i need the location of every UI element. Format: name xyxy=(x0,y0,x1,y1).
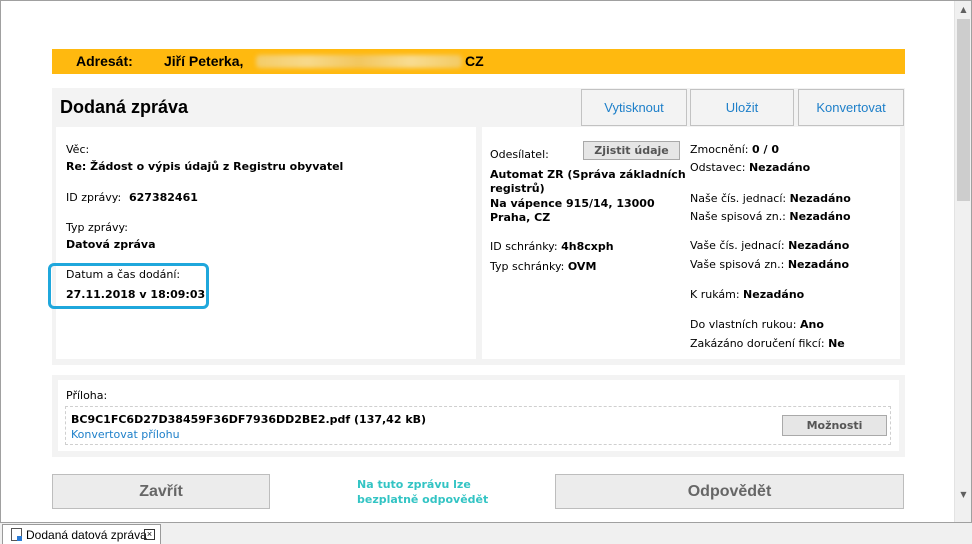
paragraph-row: Odstavec: Nezadáno xyxy=(690,161,810,174)
our-file-label: Naše spisová zn.: xyxy=(690,210,786,223)
message-info-column: Věc: Re: Žádost o výpis údajů z Registru… xyxy=(56,127,476,359)
attachment-item: BC9C1FC6D27D38459F36DF7936DD2BE2.pdf (13… xyxy=(65,406,891,445)
authorization-value: 0 / 0 xyxy=(752,143,779,156)
message-id-value: 627382461 xyxy=(129,191,198,204)
sender-label: Odesílatel: xyxy=(490,148,549,161)
authorization-row: Zmocnění: 0 / 0 xyxy=(690,143,779,156)
personal-delivery-value: Ano xyxy=(799,318,824,331)
page-title: Dodaná zpráva xyxy=(60,97,189,117)
our-ref-row: Naše čís. jednací: Nezadáno xyxy=(690,192,851,205)
scroll-up-arrow-icon[interactable]: ▲ xyxy=(955,1,972,18)
attachment-box: Příloha: BC9C1FC6D27D38459F36DF7936DD2BE… xyxy=(58,380,899,451)
message-window: Adresát: Jiří Peterka, CZ Dodaná zpráva … xyxy=(0,0,972,523)
fiction-row: Zakázáno doručení fikcí: Ne xyxy=(690,337,845,350)
box-type-label: Typ schránky: xyxy=(490,260,565,273)
scroll-thumb[interactable] xyxy=(957,19,970,201)
scroll-down-arrow-icon[interactable]: ▼ xyxy=(955,486,972,503)
close-button[interactable]: Zavřít xyxy=(52,474,270,509)
reply-button[interactable]: Odpovědět xyxy=(555,474,904,509)
attention-row: K rukám: Nezadáno xyxy=(690,288,804,301)
paragraph-value: Nezadáno xyxy=(748,161,811,174)
your-file-row: Vaše spisová zn.: Nezadáno xyxy=(690,258,849,271)
attention-value: Nezadáno xyxy=(743,288,805,301)
authorization-label: Zmocnění: xyxy=(690,143,749,156)
options-button[interactable]: Možnosti xyxy=(782,415,887,436)
box-id-value: 4h8cxph xyxy=(561,240,614,253)
delivered-message-panel: Dodaná zpráva Vytisknout Uložit Konverto… xyxy=(52,88,905,365)
attachment-file-name[interactable]: BC9C1FC6D27D38459F36DF7936DD2BE2.pdf (13… xyxy=(71,413,426,426)
document-icon xyxy=(11,528,22,541)
reply-free-note: Na tuto zprávu lze bezplatně odpovědět xyxy=(357,478,489,506)
convert-attachment-link[interactable]: Konvertovat přílohu xyxy=(71,428,180,441)
box-id-label: ID schránky: xyxy=(490,240,558,253)
personal-delivery-label: Do vlastních rukou: xyxy=(690,318,797,331)
box-type-value: OVM xyxy=(567,260,597,273)
lookup-sender-button[interactable]: Zjistit údaje xyxy=(583,141,680,160)
save-button[interactable]: Uložit xyxy=(690,89,794,126)
fiction-value: Ne xyxy=(828,337,845,350)
convert-button[interactable]: Konvertovat xyxy=(798,89,904,126)
vertical-scrollbar[interactable]: ▲ ▼ xyxy=(954,1,971,522)
sender-address-line1: Na vápence 915/14, 13000 xyxy=(490,197,655,210)
message-id-label: ID zprávy: xyxy=(66,191,122,204)
delivery-time-highlight xyxy=(48,263,209,309)
tab-bar: Dodaná datová zpráva × xyxy=(0,523,972,544)
your-file-label: Vaše spisová zn.: xyxy=(690,258,785,271)
subject-value: Re: Žádost o výpis údajů z Registru obyv… xyxy=(66,160,344,173)
your-ref-row: Vaše čís. jednací: Nezadáno xyxy=(690,239,849,252)
fiction-label: Zakázáno doručení fikcí: xyxy=(690,337,825,350)
box-id-row: ID schránky: 4h8cxph xyxy=(490,240,614,253)
sender-address-line2: Praha, CZ xyxy=(490,211,551,224)
sender-name-line1: Automat ZR (Správa základních xyxy=(490,168,686,181)
box-type-row: Typ schránky: OVM xyxy=(490,260,596,273)
recipient-name: Jiří Peterka, xyxy=(164,53,244,69)
our-file-value: Nezadáno xyxy=(789,210,851,223)
recipient-label: Adresát: xyxy=(76,53,133,69)
message-type-value: Datová zpráva xyxy=(66,238,156,251)
subject-label: Věc: xyxy=(66,143,90,156)
our-ref-label: Naše čís. jednací: xyxy=(690,192,787,205)
sender-name-line2: registrů) xyxy=(490,182,545,195)
print-button[interactable]: Vytisknout xyxy=(581,89,687,126)
message-content: Adresát: Jiří Peterka, CZ Dodaná zpráva … xyxy=(1,1,954,522)
recipient-country: CZ xyxy=(465,53,484,69)
attention-label: K rukám: xyxy=(690,288,740,301)
paragraph-label: Odstavec: xyxy=(690,161,746,174)
recipient-bar: Adresát: Jiří Peterka, CZ xyxy=(52,49,905,74)
tab-delivered-message[interactable]: Dodaná datová zpráva × xyxy=(2,524,161,544)
your-ref-value: Nezadáno xyxy=(788,239,850,252)
sender-details-column: Odesílatel: Zjistit údaje Automat ZR (Sp… xyxy=(482,127,900,359)
our-file-row: Naše spisová zn.: Nezadáno xyxy=(690,210,851,223)
personal-delivery-row: Do vlastních rukou: Ano xyxy=(690,318,824,331)
attachment-panel: Příloha: BC9C1FC6D27D38459F36DF7936DD2BE… xyxy=(52,375,905,457)
recipient-address-redacted xyxy=(256,55,462,68)
message-type-label: Typ zprávy: xyxy=(66,221,128,234)
tab-label: Dodaná datová zpráva xyxy=(26,528,147,542)
attachment-label: Příloha: xyxy=(66,389,108,402)
your-ref-label: Vaše čís. jednací: xyxy=(690,239,785,252)
your-file-value: Nezadáno xyxy=(787,258,850,271)
close-icon[interactable]: × xyxy=(144,529,155,540)
our-ref-value: Nezadáno xyxy=(789,192,851,205)
